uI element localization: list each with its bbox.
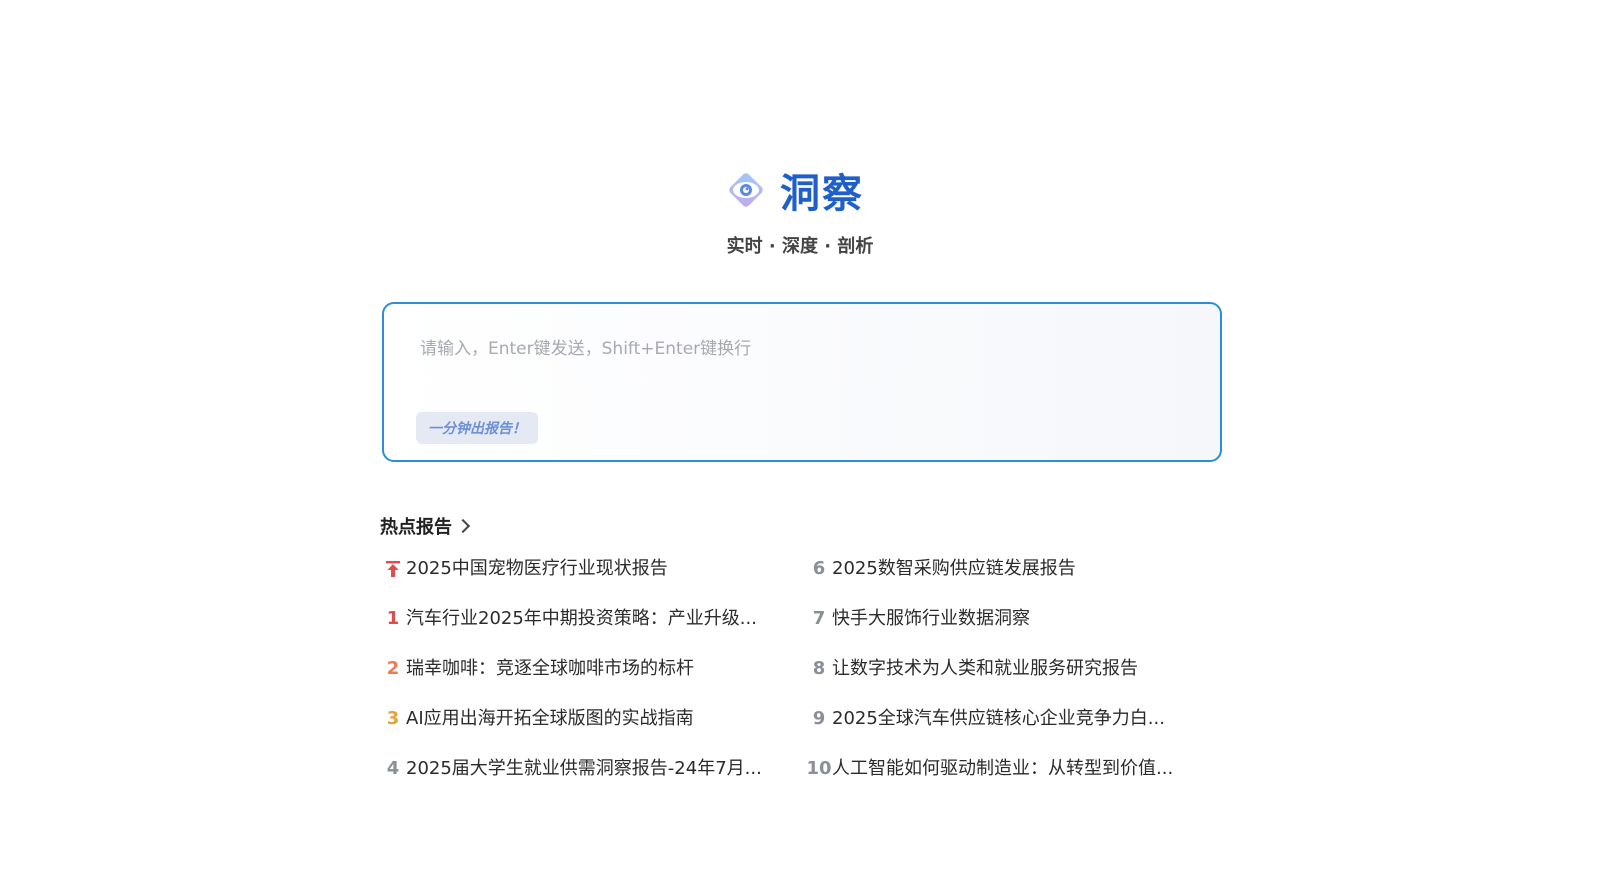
rank-number: 6 (812, 558, 826, 579)
hot-reports-heading[interactable]: 热点报告 (380, 512, 471, 540)
hot-reports-label: 热点报告 (380, 517, 452, 538)
hot-item[interactable]: 2025中国宠物医疗行业现状报告 (380, 555, 790, 605)
hot-item-title: 瑞幸咖啡：竞逐全球咖啡市场的标杆 (406, 658, 694, 679)
hot-item[interactable]: 9 2025全球汽车供应链核心企业竞争力白... (806, 705, 1206, 755)
hot-item-title: 快手大服饰行业数据洞察 (832, 608, 1030, 629)
rank-number: 3 (386, 708, 400, 729)
hot-item-title: 2025届大学生就业供需洞察报告-24年7月... (406, 758, 762, 779)
hot-item[interactable]: 10 人工智能如何驱动制造业：从转型到价值... (806, 755, 1206, 805)
hot-item[interactable]: 3 AI应用出海开拓全球版图的实战指南 (380, 705, 790, 755)
chevron-right-icon (455, 518, 471, 534)
hot-item-title: AI应用出海开拓全球版图的实战指南 (406, 708, 694, 729)
hot-item[interactable]: 2 瑞幸咖啡：竞逐全球咖啡市场的标杆 (380, 655, 790, 705)
hot-item[interactable]: 1 汽车行业2025年中期投资策略：产业升级... (380, 605, 790, 655)
logo-row: 洞察 (0, 160, 1600, 220)
hot-item[interactable]: 8 让数字技术为人类和就业服务研究报告 (806, 655, 1206, 705)
rank-number: 4 (386, 758, 400, 779)
rank-number: 9 (812, 708, 826, 729)
page: 洞察 实时 · 深度 · 剖析 一分钟出报告！ 热点报告 2025中国宠物医疗行… (0, 0, 1600, 895)
hot-item-title: 2025中国宠物医疗行业现状报告 (406, 558, 668, 579)
hot-item-title: 2025数智采购供应链发展报告 (832, 558, 1076, 579)
prompt-input[interactable] (420, 334, 1180, 364)
rank-number: 10 (806, 758, 832, 779)
prompt-box[interactable]: 一分钟出报告！ (382, 302, 1222, 462)
hot-list-left: 2025中国宠物医疗行业现状报告 1 汽车行业2025年中期投资策略：产业升级.… (380, 555, 790, 805)
hot-item[interactable]: 6 2025数智采购供应链发展报告 (806, 555, 1206, 605)
eye-diamond-icon (724, 168, 768, 212)
hot-item-title: 人工智能如何驱动制造业：从转型到价值... (832, 758, 1174, 779)
rank-number: 7 (812, 608, 826, 629)
hot-list-right: 6 2025数智采购供应链发展报告 7 快手大服饰行业数据洞察 8 让数字技术为… (806, 555, 1206, 805)
hot-item-title: 2025全球汽车供应链核心企业竞争力白... (832, 708, 1165, 729)
rank-number: 8 (812, 658, 826, 679)
hot-item-title: 让数字技术为人类和就业服务研究报告 (832, 658, 1138, 679)
hot-item-title: 汽车行业2025年中期投资策略：产业升级... (406, 608, 757, 629)
rank-number: 2 (386, 658, 400, 679)
brand-name: 洞察 (780, 171, 864, 217)
tagline: 实时 · 深度 · 剖析 (726, 236, 874, 257)
quick-report-chip[interactable]: 一分钟出报告！ (416, 412, 538, 444)
pin-top-icon (380, 555, 406, 583)
hot-item[interactable]: 4 2025届大学生就业供需洞察报告-24年7月... (380, 755, 790, 805)
hot-item[interactable]: 7 快手大服饰行业数据洞察 (806, 605, 1206, 655)
rank-number: 1 (386, 608, 400, 629)
